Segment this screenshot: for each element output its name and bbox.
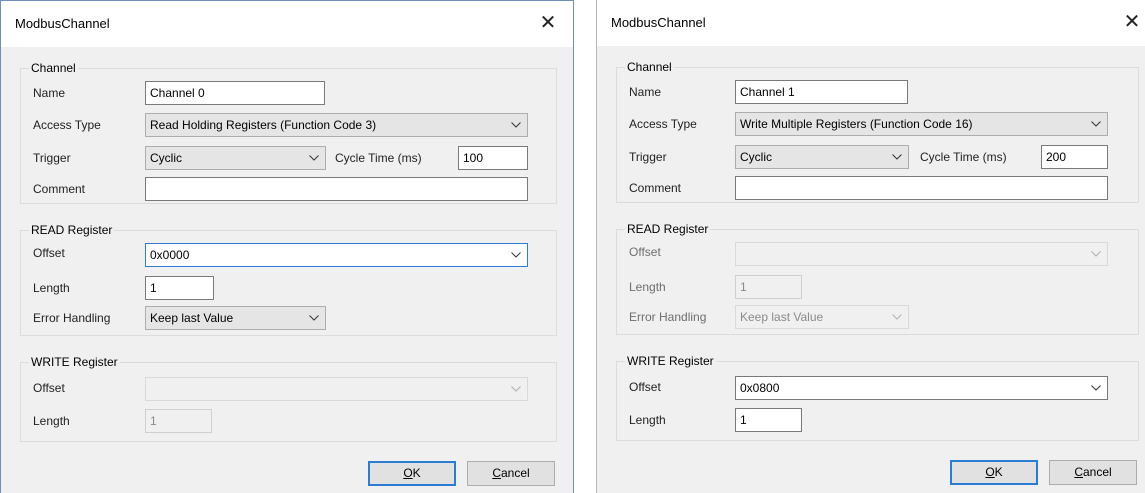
read-length-input[interactable]: 1 xyxy=(145,276,214,300)
write-offset-label: Offset xyxy=(629,380,661,394)
ok-button[interactable]: OK xyxy=(368,461,456,486)
cancel-button[interactable]: Cancel xyxy=(467,461,555,486)
channel-group-title: Channel xyxy=(625,59,674,75)
cancel-mnemonic: C xyxy=(492,466,501,480)
access-type-label: Access Type xyxy=(33,118,101,132)
chevron-down-icon xyxy=(511,386,521,392)
write-offset-combo[interactable]: 0x0800 xyxy=(735,376,1108,400)
read-offset-combo xyxy=(735,242,1108,266)
write-register-group-title: WRITE Register xyxy=(625,353,716,369)
trigger-select[interactable]: Cyclic xyxy=(735,145,909,169)
cancel-mnemonic: C xyxy=(1074,465,1083,479)
write-register-group: WRITE Register Offset 0x0800 Length 1 xyxy=(616,353,1139,441)
chevron-down-icon xyxy=(511,122,521,128)
title-bar: ModbusChannel ✕ xyxy=(1,1,573,47)
chevron-down-icon xyxy=(309,155,319,161)
write-register-group: WRITE Register Offset Length 1 xyxy=(20,354,557,442)
chevron-down-icon xyxy=(892,314,902,320)
ok-mnemonic: O xyxy=(985,465,995,479)
read-offset-value: 0x0000 xyxy=(150,248,190,262)
trigger-select[interactable]: Cyclic xyxy=(145,146,326,170)
ok-label-rest: K xyxy=(412,466,421,480)
cancel-button[interactable]: Cancel xyxy=(1049,460,1137,485)
cycle-time-input[interactable]: 100 xyxy=(458,146,528,170)
write-length-label: Length xyxy=(629,413,666,427)
close-icon[interactable]: ✕ xyxy=(537,10,559,36)
ok-button[interactable]: OK xyxy=(950,460,1038,485)
trigger-label: Trigger xyxy=(33,151,71,165)
read-register-group-title: READ Register xyxy=(625,221,711,237)
cancel-label-rest: ancel xyxy=(500,466,530,480)
read-register-group-title: READ Register xyxy=(29,222,115,238)
modbus-channel-dialog-write: ModbusChannel ✕ Channel Name Channel 1 A… xyxy=(596,0,1145,493)
comment-label: Comment xyxy=(33,182,86,196)
name-label: Name xyxy=(33,86,66,100)
name-input[interactable]: Channel 1 xyxy=(735,80,908,104)
error-handling-label: Error Handling xyxy=(33,311,111,325)
comment-input[interactable] xyxy=(735,176,1108,200)
title-bar: ModbusChannel ✕ xyxy=(597,0,1145,46)
error-handling-select: Keep last Value xyxy=(735,305,909,329)
chevron-down-icon xyxy=(1091,385,1101,391)
chevron-down-icon xyxy=(511,252,521,258)
read-length-label: Length xyxy=(33,281,70,295)
write-offset-label: Offset xyxy=(33,381,65,395)
cycle-time-input[interactable]: 200 xyxy=(1041,145,1108,169)
ok-mnemonic: O xyxy=(403,466,413,480)
trigger-value: Cyclic xyxy=(740,150,772,164)
channel-group-title: Channel xyxy=(29,60,78,76)
read-offset-label: Offset xyxy=(33,246,65,260)
read-register-group: READ Register Offset Length 1 Error Hand… xyxy=(616,221,1139,335)
error-handling-value: Keep last Value xyxy=(740,310,824,324)
trigger-value: Cyclic xyxy=(150,151,182,165)
write-length-input[interactable]: 1 xyxy=(735,408,802,432)
error-handling-value: Keep last Value xyxy=(150,311,234,325)
write-register-group-title: WRITE Register xyxy=(29,354,120,370)
read-length-input: 1 xyxy=(735,275,802,299)
access-type-select[interactable]: Read Holding Registers (Function Code 3) xyxy=(145,113,528,137)
read-length-label: Length xyxy=(629,280,666,294)
access-type-label: Access Type xyxy=(629,117,697,131)
write-length-input: 1 xyxy=(145,409,212,433)
error-handling-label: Error Handling xyxy=(629,310,707,324)
chevron-down-icon xyxy=(1091,251,1101,257)
read-offset-label: Offset xyxy=(629,245,661,259)
name-label: Name xyxy=(629,85,662,99)
read-offset-combo[interactable]: 0x0000 xyxy=(145,243,528,267)
access-type-value: Read Holding Registers (Function Code 3) xyxy=(150,118,377,132)
cancel-label-rest: ancel xyxy=(1082,465,1112,479)
write-offset-combo xyxy=(145,377,528,401)
channel-group: Channel Name Channel 1 Access Type Write… xyxy=(616,59,1139,203)
close-icon[interactable]: ✕ xyxy=(1121,9,1143,35)
comment-input[interactable] xyxy=(145,177,528,201)
error-handling-select[interactable]: Keep last Value xyxy=(145,306,326,330)
access-type-value: Write Multiple Registers (Function Code … xyxy=(740,117,973,131)
chevron-down-icon xyxy=(309,315,319,321)
dialog-title: ModbusChannel xyxy=(611,15,706,30)
read-register-group: READ Register Offset 0x0000 Length 1 Err… xyxy=(20,222,557,336)
channel-group: Channel Name Channel 0 Access Type Read … xyxy=(20,60,557,204)
ok-label-rest: K xyxy=(994,465,1003,479)
modbus-channel-dialog-read: ModbusChannel ✕ Channel Name Channel 0 A… xyxy=(0,0,574,493)
dialog-title: ModbusChannel xyxy=(15,16,110,31)
write-length-label: Length xyxy=(33,414,70,428)
chevron-down-icon xyxy=(1091,121,1101,127)
cycle-time-label: Cycle Time (ms) xyxy=(920,150,1007,164)
name-input[interactable]: Channel 0 xyxy=(145,81,325,105)
trigger-label: Trigger xyxy=(629,150,667,164)
cycle-time-label: Cycle Time (ms) xyxy=(335,151,422,165)
write-offset-value: 0x0800 xyxy=(740,381,780,395)
comment-label: Comment xyxy=(629,181,682,195)
chevron-down-icon xyxy=(892,154,902,160)
access-type-select[interactable]: Write Multiple Registers (Function Code … xyxy=(735,112,1108,136)
